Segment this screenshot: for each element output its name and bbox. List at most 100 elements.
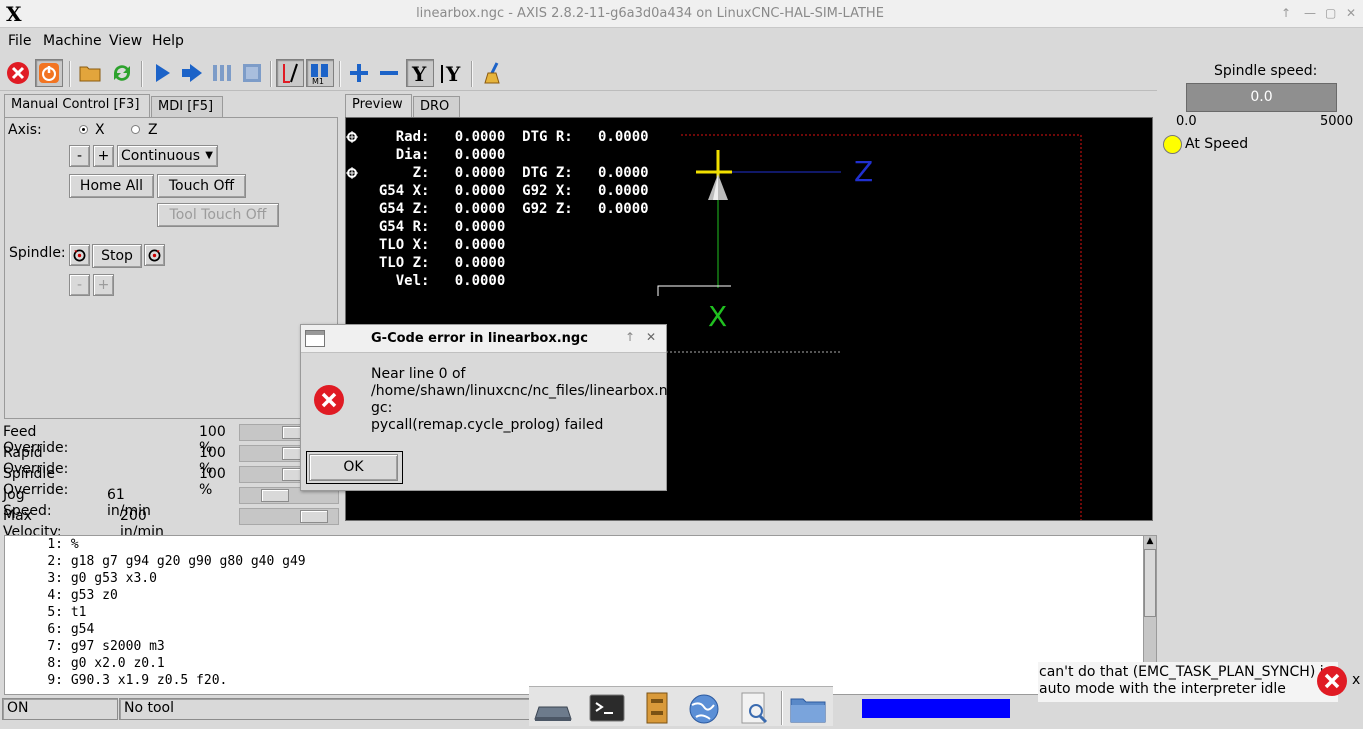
home-all-button[interactable]: Home All — [69, 174, 154, 198]
taskbar-app-files[interactable] — [637, 691, 677, 725]
power-button[interactable] — [35, 59, 63, 87]
zoom-in-button[interactable] — [345, 59, 373, 87]
run-button[interactable] — [148, 59, 176, 87]
clear-plot-button[interactable] — [480, 59, 508, 87]
tab-dro[interactable]: DRO — [413, 96, 460, 118]
spindle-faster-button[interactable]: + — [93, 274, 114, 296]
axis-z-radio[interactable] — [131, 125, 140, 134]
ok-button-frame: OK — [306, 451, 403, 484]
spindle-ccw-icon — [73, 249, 86, 262]
tab-manual-control[interactable]: Manual Control [F3] — [4, 94, 150, 118]
at-speed-label: At Speed — [1185, 136, 1249, 152]
dro-line: G54 R: 0.0000 — [362, 219, 506, 235]
gcode-error-dialog: G-Code error in linearbox.ngc ↑ ✕ Near l… — [300, 324, 668, 491]
at-speed-led — [1163, 135, 1182, 154]
minimize-icon[interactable]: — — [1304, 6, 1316, 20]
view-y-rotated-icon: Y — [441, 62, 461, 85]
tool-status: No tool — [119, 698, 539, 720]
folder-icon — [79, 66, 101, 82]
terminal-icon — [589, 694, 625, 722]
power-icon — [39, 63, 59, 83]
taskbar-app-search[interactable] — [734, 691, 774, 725]
pause-button[interactable] — [208, 59, 236, 87]
touch-off-button[interactable]: Touch Off — [157, 174, 246, 198]
zoom-in-icon — [350, 64, 368, 82]
gcode-listing[interactable]: 1: % 2: g18 g7 g94 g20 g90 g80 g40 g49 3… — [4, 535, 1144, 695]
step-icon — [182, 64, 202, 82]
code-line: 8: g0 x2.0 z0.1 — [47, 656, 165, 671]
slider-knob[interactable] — [300, 510, 328, 523]
svg-text:Y: Y — [411, 62, 427, 85]
tab-preview[interactable]: Preview — [345, 94, 412, 118]
error-notification: can't do that (EMC_TASK_PLAN_SYNCH) in a… — [1038, 662, 1338, 702]
dialog-message-line: /home/shawn/linuxcnc/nc_files/linearbox.… — [371, 383, 668, 399]
view-y-rotated-button[interactable]: Y — [438, 59, 466, 87]
spindle-forward-button[interactable] — [144, 244, 165, 266]
spindle-slower-button[interactable]: - — [69, 274, 90, 296]
slider-knob[interactable] — [261, 489, 289, 502]
spindle-label: Spindle: — [9, 245, 66, 261]
scroll-up-icon[interactable]: ▲ — [1144, 536, 1156, 548]
close-window-icon[interactable]: ✕ — [1346, 6, 1356, 20]
taskbar-app-folder[interactable] — [788, 691, 828, 725]
dialog-close-icon[interactable]: ✕ — [646, 330, 656, 344]
jog-mode-select[interactable]: Continuous ▼ — [117, 145, 218, 167]
axis-x-label[interactable]: X — [95, 122, 105, 138]
svg-text:Y: Y — [445, 62, 461, 85]
stop-icon — [243, 64, 261, 82]
zoom-out-button[interactable] — [375, 59, 403, 87]
search-icon — [741, 692, 768, 724]
taskbar — [529, 686, 833, 726]
scroll-thumb[interactable] — [1144, 549, 1156, 617]
spindle-speed-label: Spindle speed: — [1214, 63, 1318, 79]
view-y-icon: Y — [411, 62, 427, 85]
spindle-stop-button[interactable]: Stop — [92, 244, 142, 268]
open-file-button[interactable] — [76, 59, 104, 87]
reload-button[interactable] — [108, 59, 136, 87]
z-axis-label: Z — [854, 155, 874, 188]
view-y-button[interactable]: Y — [406, 59, 434, 87]
taskbar-app-terminal[interactable] — [587, 691, 627, 725]
jog-plus-button[interactable]: + — [93, 145, 114, 167]
block-delete-button[interactable] — [276, 59, 304, 87]
tool-touch-off-button[interactable]: Tool Touch Off — [157, 203, 279, 227]
axis-z-label[interactable]: Z — [148, 122, 158, 138]
dro-line: Z: 0.0000 DTG Z: 0.0000 — [362, 165, 649, 181]
taskbar-app-browser[interactable] — [684, 691, 724, 725]
toolbar: M1 Y Y — [0, 57, 1157, 91]
jog-minus-button[interactable]: - — [69, 145, 90, 167]
menu-machine[interactable]: Machine — [43, 33, 102, 49]
dialog-maximize-icon[interactable]: ↑ — [625, 330, 635, 344]
dialog-message-line: gc: — [371, 400, 393, 416]
spindle-speed-value: 0.0 — [1250, 89, 1273, 105]
optional-stop-button[interactable]: M1 — [306, 59, 334, 87]
estop-icon — [7, 62, 29, 84]
estop-button[interactable] — [4, 59, 32, 87]
dialog-message: Near line 0 of /home/shawn/linuxcnc/nc_f… — [371, 366, 668, 434]
dropdown-arrow-icon: ▼ — [205, 150, 213, 161]
toolbar-separator — [339, 61, 341, 87]
error-icon — [313, 384, 345, 416]
menu-help[interactable]: Help — [152, 33, 184, 49]
spindle-reverse-button[interactable] — [69, 244, 90, 266]
step-button[interactable] — [178, 59, 206, 87]
menu-view[interactable]: View — [109, 33, 142, 49]
axis-x-radio[interactable] — [79, 125, 88, 134]
code-line: 5: t1 — [47, 605, 87, 620]
ok-button[interactable]: OK — [309, 454, 398, 481]
tab-mdi[interactable]: MDI [F5] — [151, 96, 223, 118]
block-delete-icon — [283, 63, 298, 83]
notification-close-icon[interactable]: x — [1352, 672, 1360, 688]
svg-text:M1: M1 — [312, 77, 324, 85]
maximize-arrow-icon[interactable]: ↑ — [1281, 6, 1291, 20]
dro-line: Rad: 0.0000 DTG R: 0.0000 — [362, 129, 649, 145]
menu-file[interactable]: File — [8, 33, 31, 49]
maximize-icon[interactable]: ▢ — [1325, 6, 1336, 20]
zoom-out-icon — [380, 71, 398, 75]
code-line: 6: g54 — [47, 622, 95, 637]
taskbar-app-drive[interactable] — [533, 691, 573, 725]
pane-grip-icon[interactable]: ·· — [4, 528, 11, 537]
stop-button[interactable] — [238, 59, 266, 87]
max-velocity-slider[interactable] — [239, 508, 339, 525]
spindle-speed-bar: 0.0 — [1186, 83, 1337, 112]
